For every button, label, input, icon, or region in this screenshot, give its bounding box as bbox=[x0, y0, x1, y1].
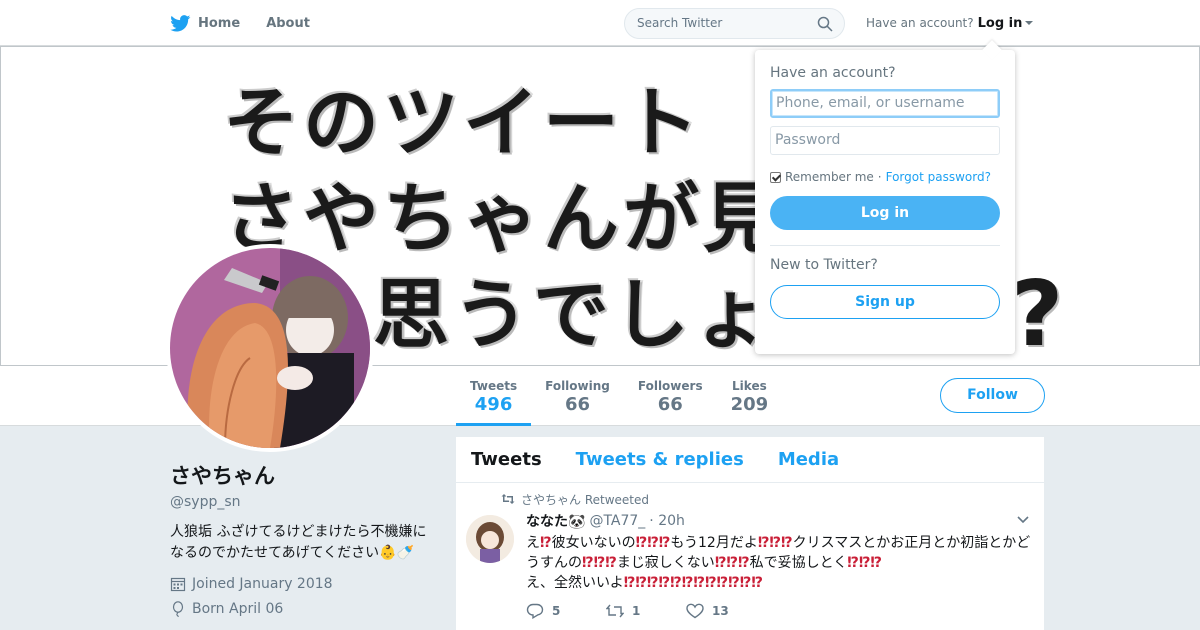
login-button[interactable]: Log in bbox=[770, 196, 1000, 230]
divider bbox=[770, 245, 1000, 246]
twitter-bird-icon bbox=[170, 14, 191, 31]
signup-button[interactable]: Sign up bbox=[770, 285, 1000, 319]
search-input[interactable]: Search Twitter bbox=[624, 8, 845, 39]
reply-count: 5 bbox=[552, 604, 561, 618]
profile-birthday: Born April 06 bbox=[170, 601, 440, 617]
tweet-header: ななた🐼 @TA77_ · 20h bbox=[526, 511, 1029, 531]
nav-home[interactable]: Home bbox=[170, 14, 241, 32]
separator-dot: · bbox=[877, 170, 882, 184]
stat-likes[interactable]: Likes 209 bbox=[717, 366, 783, 426]
tweet-avatar[interactable] bbox=[466, 515, 514, 563]
joined-text: Joined January 2018 bbox=[192, 576, 333, 592]
tweet-text-part: 私で妥協しとく bbox=[749, 555, 848, 571]
tweet-text-emphasis: ⁉⁉⁉ bbox=[582, 555, 617, 571]
have-account-text: Have an account? bbox=[866, 16, 974, 30]
nav-left: Home About bbox=[170, 0, 310, 46]
avatar[interactable] bbox=[166, 244, 374, 452]
retweet-button[interactable]: 1 bbox=[606, 603, 686, 619]
nav-about[interactable]: About bbox=[266, 16, 310, 31]
stat-label: Followers bbox=[637, 379, 703, 393]
nav-home-label: Home bbox=[198, 15, 241, 31]
forgot-password-link[interactable]: Forgot password? bbox=[886, 170, 991, 184]
stat-label: Tweets bbox=[470, 379, 518, 393]
stat-value: 66 bbox=[564, 394, 591, 415]
timeline: Tweets Tweets & replies Media さやちゃん Retw… bbox=[456, 437, 1044, 630]
follow-button[interactable]: Follow bbox=[940, 378, 1045, 413]
tweet-avatar-image bbox=[466, 515, 514, 563]
tweet-text-part: 彼女いないの bbox=[551, 535, 636, 551]
tweet-text-part: え bbox=[526, 535, 540, 551]
banner-line-1: そのツイート bbox=[223, 78, 703, 167]
tweet-text: え⁉彼女いないの⁉⁉⁉もう12月だよ⁉⁉⁉クリスマスとかお正月とか初詣とかどうす… bbox=[526, 533, 1032, 593]
tweet-text-emphasis: ⁉⁉⁉ bbox=[635, 535, 671, 551]
tweet-actions: 5 1 13 bbox=[526, 603, 1029, 619]
login-menu-label[interactable]: Log in bbox=[978, 16, 1023, 31]
tweet-text-emphasis: ⁉ bbox=[540, 535, 552, 551]
retweet-context: さやちゃん Retweeted bbox=[501, 491, 1029, 507]
tweet-time[interactable]: · 20h bbox=[649, 513, 685, 529]
retweet-icon bbox=[606, 604, 624, 618]
avatar-image bbox=[170, 248, 370, 448]
retweet-icon bbox=[501, 494, 515, 504]
nav-about-label: About bbox=[266, 15, 310, 31]
login-dropdown: Have an account? Phone, email, or userna… bbox=[755, 50, 1015, 354]
remember-label[interactable]: Remember me bbox=[785, 170, 874, 184]
retweeted-by-text[interactable]: さやちゃん Retweeted bbox=[521, 491, 649, 508]
tweet-text-emphasis: ⁉⁉⁉ bbox=[847, 555, 883, 571]
stat-followers[interactable]: Followers 66 bbox=[624, 366, 717, 426]
login-title: Have an account? bbox=[770, 65, 896, 81]
stat-tweets[interactable]: Tweets 496 bbox=[456, 366, 532, 426]
stat-label: Likes bbox=[732, 379, 767, 393]
tab-tweets[interactable]: Tweets bbox=[471, 449, 542, 470]
stats-list: Tweets 496 Following 66 Followers 66 Lik… bbox=[456, 366, 782, 426]
stat-label: Following bbox=[545, 379, 610, 393]
stat-value: 209 bbox=[730, 394, 769, 415]
remember-checkbox[interactable] bbox=[770, 171, 781, 183]
like-count: 13 bbox=[712, 604, 729, 618]
tweet-author-name[interactable]: ななた🐼 bbox=[526, 511, 585, 531]
tab-media[interactable]: Media bbox=[778, 449, 839, 470]
stat-value: 66 bbox=[657, 394, 683, 415]
tweet-text-emphasis: ⁉⁉⁉ bbox=[757, 535, 793, 551]
reply-button[interactable]: 5 bbox=[526, 603, 606, 619]
tweet-text-part: え、全然いいよ bbox=[526, 575, 624, 591]
tweet-author-handle[interactable]: @TA77_ bbox=[589, 513, 645, 529]
new-to-twitter-text: New to Twitter? bbox=[770, 257, 878, 273]
profile-joined: Joined January 2018 bbox=[170, 576, 440, 592]
like-button[interactable]: 13 bbox=[686, 603, 766, 619]
stat-value: 496 bbox=[474, 394, 513, 415]
profile-handle[interactable]: @sypp_sn bbox=[170, 494, 440, 510]
tweet-text-emphasis: ⁉⁉⁉ bbox=[714, 555, 750, 571]
tweet[interactable]: さやちゃん Retweeted ななた🐼 @TA77_ · 20h え⁉彼女いな… bbox=[456, 483, 1044, 619]
calendar-icon bbox=[170, 577, 186, 592]
tweet-text-part: もう12月だよ bbox=[670, 535, 758, 551]
tab-tweets-replies[interactable]: Tweets & replies bbox=[576, 449, 744, 470]
search-icon[interactable] bbox=[817, 16, 833, 32]
tweet-text-emphasis: ⁉⁉⁉⁉⁉⁉⁉⁉⁉⁉⁉⁉ bbox=[623, 575, 763, 591]
stat-following[interactable]: Following 66 bbox=[531, 366, 624, 426]
chevron-down-icon[interactable] bbox=[1017, 516, 1029, 524]
password-field[interactable]: Password bbox=[770, 126, 1000, 155]
profile-bio: 人狼垢 ふざけてるけどまけたら不機嫌になるのでかたせてあげてください👶🍼 bbox=[170, 524, 427, 561]
username-field[interactable]: Phone, email, or username bbox=[770, 89, 1000, 118]
profile-name[interactable]: さやちゃん bbox=[170, 460, 440, 490]
account-menu[interactable]: Have an account? Log in bbox=[866, 0, 1034, 46]
birthday-text: Born April 06 bbox=[192, 601, 284, 617]
heart-icon bbox=[686, 603, 704, 619]
top-nav: Home About Search Twitter Have an accoun… bbox=[0, 0, 1200, 46]
retweet-count: 1 bbox=[632, 604, 641, 618]
remember-row: Remember me · Forgot password? bbox=[770, 170, 1000, 184]
caret-down-icon bbox=[1025, 21, 1034, 25]
profile-card: さやちゃん @sypp_sn 人狼垢 ふざけてるけどまけたら不機嫌になるのでかた… bbox=[170, 460, 440, 617]
search-placeholder: Search Twitter bbox=[637, 16, 723, 30]
timeline-tabs: Tweets Tweets & replies Media bbox=[456, 437, 1044, 483]
banner-question-mark: ? bbox=[1011, 262, 1064, 366]
tweet-text-part: まじ寂しくない bbox=[616, 555, 715, 571]
balloon-icon bbox=[172, 601, 184, 617]
reply-icon bbox=[526, 603, 544, 619]
